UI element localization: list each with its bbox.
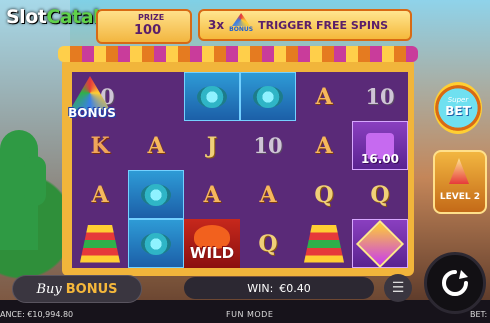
fun-mode-label: FUN MODE [226, 310, 274, 319]
reel-cell [72, 219, 128, 268]
reel-cell [240, 72, 296, 121]
symbol-A: A [315, 83, 333, 110]
symbol-10: 10 [365, 84, 395, 109]
symbol-Q: Q [314, 181, 334, 208]
super-bet-button[interactable]: Super BET [434, 82, 482, 134]
level-selector[interactable]: LEVEL 2 [433, 150, 487, 214]
symbol-A: A [91, 181, 109, 208]
symbol-Q: Q [258, 230, 278, 257]
wild-label: WILD [189, 243, 235, 262]
reel-cell: Q [296, 170, 352, 219]
reel-cell: 16.00 [352, 121, 408, 170]
win-label: WIN: [247, 281, 274, 295]
trigger-free-spins-banner: 3x BONUS TRIGGER FREE SPINS [198, 9, 412, 41]
trigger-multiplier: 3x [208, 18, 225, 32]
cactus-decoration [0, 130, 46, 250]
reel-cell [128, 72, 184, 121]
symbol-A: A [259, 181, 277, 208]
buy-bonus-word1: Buy [36, 281, 62, 297]
logo-part1: Slot [6, 6, 47, 28]
reel-cell [184, 72, 240, 121]
bonus-label: BONUS [68, 106, 116, 120]
candy-icon [141, 183, 171, 206]
pinata-prize-value: 16.00 [361, 152, 399, 166]
reel-cell: A [184, 170, 240, 219]
symbol-A: A [147, 132, 165, 159]
symbol-Q: Q [370, 181, 390, 208]
reel-cell: A [296, 121, 352, 170]
reel-cell: 10 [352, 72, 408, 121]
reel-cell: Q [240, 219, 296, 268]
reel-cell [128, 170, 184, 219]
spin-button[interactable] [424, 252, 486, 314]
reel-cell: A [72, 170, 128, 219]
bet-label: BET: [470, 310, 488, 319]
pyramid-icon [80, 224, 120, 263]
side-panel: Super BET LEVEL 2 [428, 82, 488, 214]
symbol-K: K [90, 132, 110, 159]
candy-icon [197, 85, 227, 108]
symbol-10: 10 [253, 133, 283, 158]
reel-cell [352, 219, 408, 268]
bonus-icon-label: BONUS [229, 26, 254, 33]
reel-cell [128, 219, 184, 268]
bonus-scatter-symbol: BONUS [58, 76, 126, 126]
gem-icon [355, 219, 405, 268]
balance-text: ANCE: €10,994.80 [0, 310, 74, 319]
candy-icon [141, 232, 171, 255]
reel-cell: A [240, 170, 296, 219]
reel-cell [296, 219, 352, 268]
reel-cell: 10 [240, 121, 296, 170]
prize-label: PRIZE [138, 13, 165, 22]
buy-bonus-button[interactable]: Buy BONUS [12, 275, 142, 303]
symbol-A: A [315, 132, 333, 159]
super-bet-line1: Super [447, 96, 469, 104]
prize-panel: PRIZE 100 [96, 9, 192, 44]
spin-arrow-icon [442, 270, 468, 296]
bonus-burst-icon [70, 76, 110, 110]
pyramid-icon [304, 224, 344, 263]
win-value: €0.40 [279, 281, 311, 295]
reel-cell: WILD [184, 219, 240, 268]
reel-cell: Q [352, 170, 408, 219]
level-label: LEVEL 2 [439, 192, 481, 202]
symbol-A: A [203, 181, 221, 208]
reel-cell: J [184, 121, 240, 170]
bonus-scatter-icon: BONUS [228, 13, 254, 37]
trigger-text: TRIGGER FREE SPINS [258, 18, 389, 32]
super-bet-line2: BET [445, 104, 471, 118]
bonus-burst-icon [232, 13, 251, 26]
reel-cell: K [72, 121, 128, 170]
prize-value: 100 [134, 23, 162, 38]
candy-icon [253, 85, 283, 108]
reel-cell: A [128, 121, 184, 170]
firework-icon [449, 158, 469, 184]
coin-stack-icon[interactable]: ☰ [384, 274, 412, 302]
symbol-J: J [206, 132, 218, 159]
win-display: WIN: €0.40 [184, 277, 374, 299]
reel-cell: A [296, 72, 352, 121]
buy-bonus-word2: BONUS [65, 281, 118, 297]
